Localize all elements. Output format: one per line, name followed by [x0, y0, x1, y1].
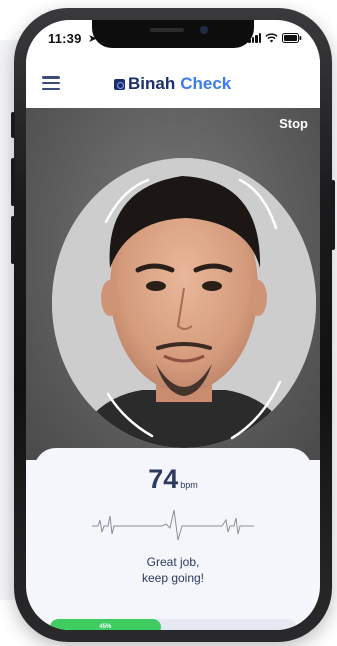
face-guide-arcs: [104, 178, 282, 440]
volume-down-button: [11, 216, 15, 264]
camera-preview: Stop: [26, 108, 320, 460]
measurement-card: 74 bpm Great job, keep going! 45%: [34, 448, 312, 630]
notch: [92, 20, 254, 48]
brand-name-accent: Check: [180, 74, 232, 93]
volume-up-button: [11, 158, 15, 206]
message-line-2: keep going!: [141, 571, 205, 585]
heart-rate-value: 74: [148, 464, 179, 494]
heart-rate-readout: 74 bpm: [34, 464, 312, 495]
message-line-1: Great job,: [146, 555, 200, 569]
mute-switch: [11, 112, 15, 138]
stage: 11:39 ➤ Binah Check Stop 74 bpm Great jo…: [0, 0, 337, 646]
heartbeat-wave-icon: [92, 509, 254, 541]
hamburger-icon[interactable]: [42, 76, 60, 90]
wifi-icon: [265, 33, 278, 43]
status-time: 11:39: [48, 31, 82, 46]
phone-screen: 11:39 ➤ Binah Check Stop 74 bpm Great jo…: [26, 20, 320, 630]
battery-icon: [282, 33, 302, 43]
heart-rate-unit: bpm: [180, 480, 198, 490]
front-camera: [200, 26, 208, 34]
progress-fill: 45%: [50, 619, 161, 630]
progress-label: 45%: [99, 624, 112, 630]
brand-name: Binah: [128, 74, 176, 93]
stop-button[interactable]: Stop: [279, 116, 308, 131]
progress-bar: 45%: [50, 619, 296, 630]
app-header: Binah Check: [26, 64, 320, 108]
brand-logo: Binah Check: [114, 74, 231, 94]
brand-mark-icon: [114, 78, 125, 90]
encouragement-message: Great job, keep going!: [34, 554, 312, 586]
status-icons: [248, 33, 302, 43]
power-button: [331, 180, 335, 250]
phone-frame: 11:39 ➤ Binah Check Stop 74 bpm Great jo…: [11, 8, 335, 642]
speaker: [150, 28, 184, 32]
